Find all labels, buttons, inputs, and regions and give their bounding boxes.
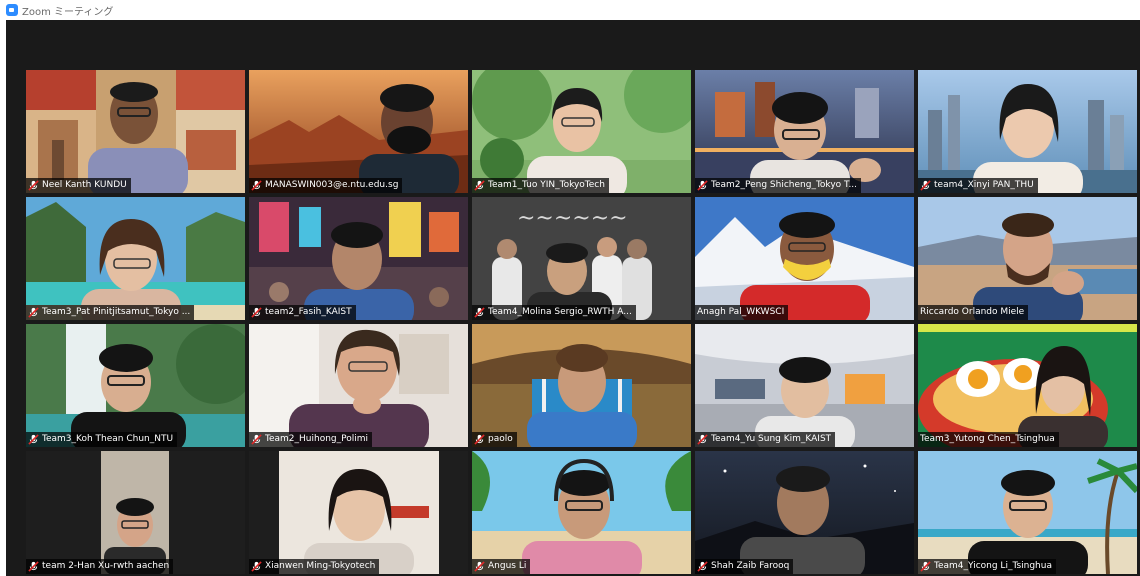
participant-video [289,329,429,447]
participant-name-label: Riccardo Orlando Miele [918,305,1029,320]
participant-name-label: Anagh Pal_WKWSCI [695,305,789,320]
participant-name-label: Shah Zaib Farooq [695,559,794,574]
mic-muted-icon [474,434,485,445]
participant-tile-6[interactable]: Team3_Pat Pinitjitsamut_Tokyo ... [26,197,245,320]
participant-tile-3[interactable]: Team1_Tuo YIN_TokyoTech [472,70,691,193]
participant-tile-17[interactable]: Xianwen Ming-Tokyotech [249,451,468,574]
participant-name-label: team2_Fasih_KAIST [249,305,356,320]
participant-video [304,469,414,574]
mic-muted-icon [697,561,708,572]
participant-video [522,458,642,574]
participant-tile-1[interactable]: Neel Kanth KUNDU [26,70,245,193]
participant-name-label: Angus Li [472,559,531,574]
participant-video [527,344,637,447]
participant-video [527,88,627,193]
mic-muted-icon [920,180,931,191]
window-title: Zoom ミーティング [22,7,114,18]
participant-tile-2[interactable]: MANASWIN003@e.ntu.edu.sg [249,70,468,193]
participant-name-label: paolo [472,432,517,447]
participant-name-label: Team3_Yutong Chen_Tsinghua [918,432,1059,447]
mic-muted-icon [251,561,262,572]
participant-tile-18[interactable]: Angus Li [472,451,691,574]
participant-video [71,344,186,447]
mic-muted-icon [251,180,262,191]
participant-tile-15-active-speaker[interactable]: Team3_Yutong Chen_Tsinghua [918,324,1137,447]
mic-muted-icon [251,434,262,445]
mic-muted-icon [920,561,931,572]
mic-muted-icon [474,180,485,191]
participant-video [740,466,865,574]
mic-muted-icon [474,307,485,318]
mic-muted-icon [251,307,262,318]
participant-video [1018,346,1108,447]
participant-video [973,213,1084,320]
participant-name-label: MANASWIN003@e.ntu.edu.sg [249,178,403,193]
zoom-app-icon [6,4,18,16]
participant-name-label: Xianwen Ming-Tokyotech [249,559,380,574]
participant-video [359,84,459,193]
mic-muted-icon [697,180,708,191]
participant-tile-14[interactable]: Team4_Yu Sung Kim_KAIST [695,324,914,447]
participant-tile-7[interactable]: team2_Fasih_KAIST [249,197,468,320]
participant-video [968,470,1088,574]
participant-video [973,84,1083,193]
participant-name-label: Neel Kanth KUNDU [26,178,131,193]
participant-name-label: team 2-Han Xu-rwth aachen [26,559,174,574]
participant-video [740,212,870,320]
participant-tile-11[interactable]: Team3_Koh Thean Chun_NTU [26,324,245,447]
participant-video [750,92,881,193]
mic-muted-icon [28,180,39,191]
participant-name-label: Team4_Yu Sung Kim_KAIST [695,432,836,447]
participant-tile-5[interactable]: team4_Xinyi PAN_THU [918,70,1137,193]
title-bar: Zoom ミーティング [0,0,1140,20]
mic-muted-icon [28,561,39,572]
participant-video [81,219,181,320]
participant-video [304,222,414,320]
participant-video [492,237,652,320]
participant-tile-16[interactable]: team 2-Han Xu-rwth aachen [26,451,245,574]
participant-tile-9[interactable]: Anagh Pal_WKWSCI [695,197,914,320]
gallery-view: Neel Kanth KUNDU MANASWIN003@e.ntu.edu.s… [6,20,1140,576]
participant-video [755,357,855,447]
participant-name-label: Team2_Huihong_Polimi [249,432,372,447]
mic-muted-icon [28,434,39,445]
participant-name-label: team4_Xinyi PAN_THU [918,178,1038,193]
participant-tile-20[interactable]: Team4_Yicong Li_Tsinghua [918,451,1137,574]
participant-name-label: Team2_Peng Shicheng_Tokyo T... [695,178,862,193]
participant-name-label: Team4_Yicong Li_Tsinghua [918,559,1056,574]
participant-tile-19[interactable]: Shah Zaib Farooq [695,451,914,574]
participant-tile-4[interactable]: Team2_Peng Shicheng_Tokyo T... [695,70,914,193]
participant-name-label: Team4_Molina Sergio_RWTH A... [472,305,636,320]
participant-name-label: Team3_Koh Thean Chun_NTU [26,432,178,447]
participant-tile-12[interactable]: Team2_Huihong_Polimi [249,324,468,447]
participant-name-label: Team3_Pat Pinitjitsamut_Tokyo ... [26,305,195,320]
participant-tile-8[interactable]: ~~~~~~ Team4_Molina Sergio_RWTH A... [472,197,691,320]
participant-tile-13[interactable]: paolo [472,324,691,447]
participant-video [104,498,166,574]
mic-muted-icon [697,434,708,445]
mic-muted-icon [474,561,485,572]
participant-tile-10[interactable]: Riccardo Orlando Miele [918,197,1137,320]
participant-name-label: Team1_Tuo YIN_TokyoTech [472,178,609,193]
participant-video [88,82,188,193]
mic-muted-icon [28,307,39,318]
